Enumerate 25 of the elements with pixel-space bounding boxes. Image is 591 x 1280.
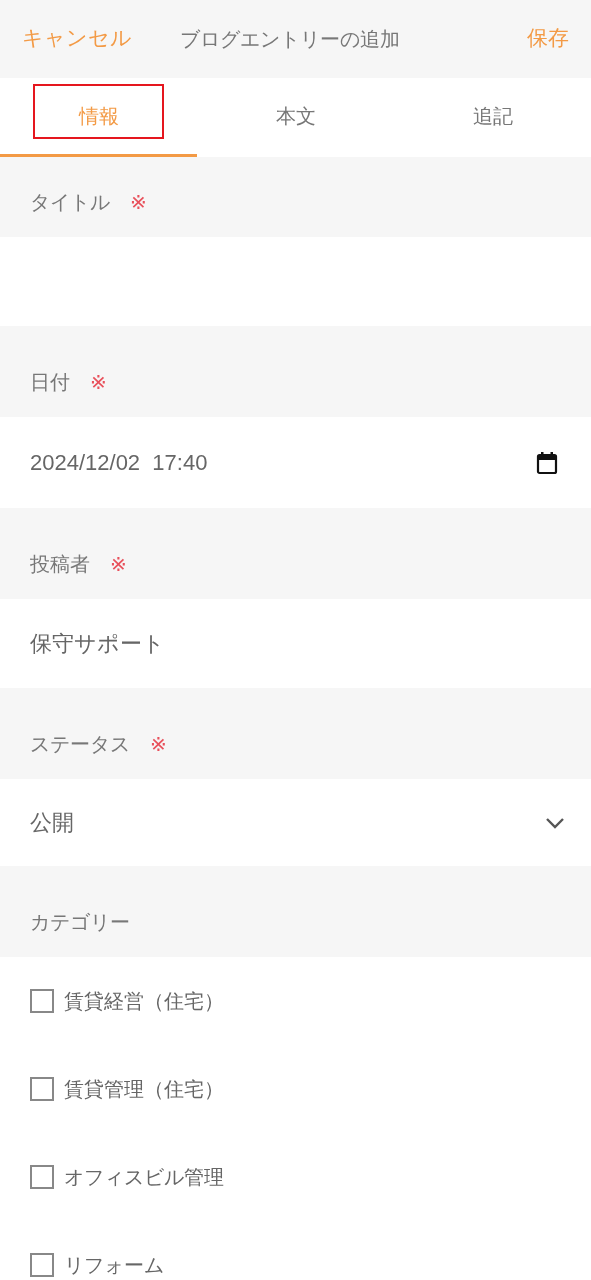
checkbox[interactable] [30, 1077, 54, 1101]
checkbox-label: 賃貸経営（住宅） [64, 988, 224, 1015]
tab[interactable]: 本文 [197, 78, 394, 157]
checkbox[interactable] [30, 1253, 54, 1277]
required-mark: ※ [150, 732, 167, 756]
chevron-down-icon [545, 816, 565, 829]
calendar-icon[interactable] [536, 450, 558, 475]
field-label: 投稿者 [30, 552, 90, 576]
select-field[interactable]: 公開 [0, 779, 591, 866]
field-label: 日付 [30, 370, 70, 394]
required-mark: ※ [130, 190, 147, 214]
field-label: タイトル [30, 190, 110, 214]
page-title: ブログエントリーの追加 [180, 26, 400, 53]
checkbox-label: オフィスビル管理 [64, 1164, 224, 1191]
text-field[interactable]: 保守サポート [0, 599, 591, 688]
required-mark: ※ [90, 370, 107, 394]
checkbox-label: 賃貸管理（住宅） [64, 1076, 224, 1103]
tab[interactable]: 追記 [394, 78, 591, 157]
checkbox-label: リフォーム [64, 1252, 164, 1279]
checkbox[interactable] [30, 1165, 54, 1189]
datetime-field[interactable]: 2024/12/02 17:40 [0, 417, 591, 508]
required-mark: ※ [110, 552, 127, 576]
field-label: ステータス [30, 732, 130, 756]
field-label: カテゴリー [30, 910, 130, 934]
checkbox[interactable] [30, 989, 54, 1013]
